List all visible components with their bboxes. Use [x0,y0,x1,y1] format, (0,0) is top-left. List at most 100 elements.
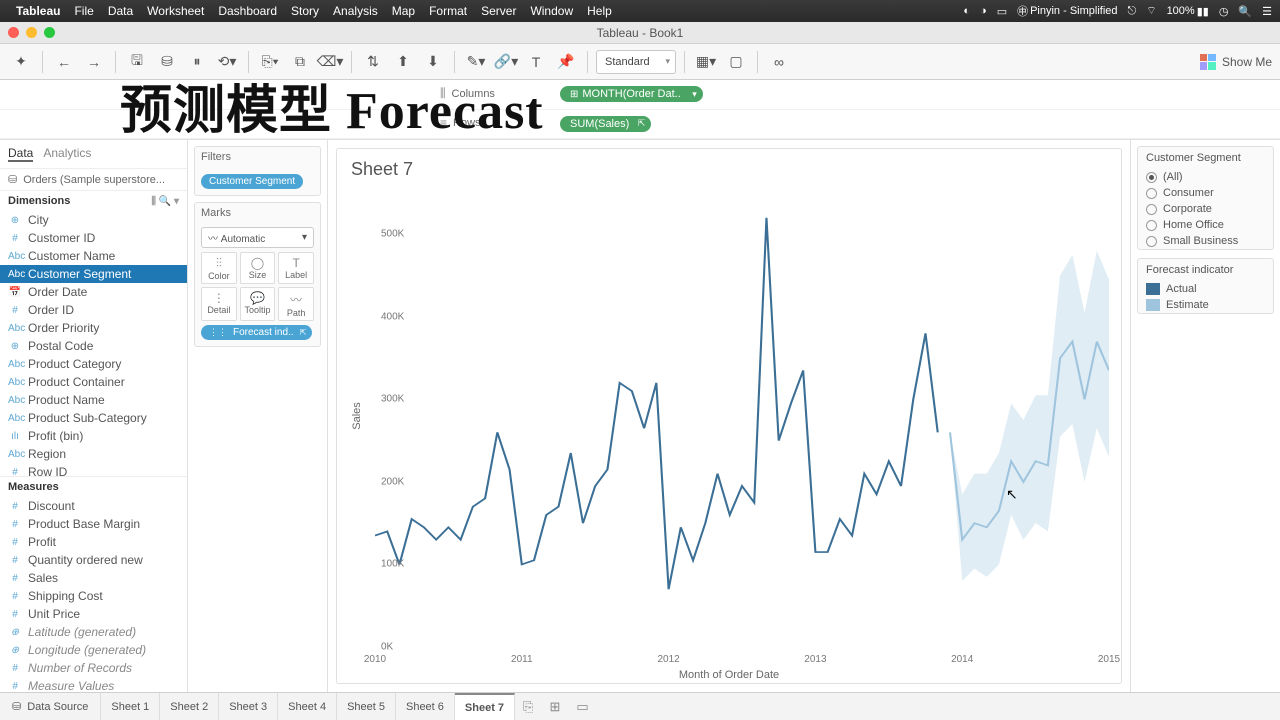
segment-option-home-office[interactable]: Home Office [1138,217,1273,233]
new-worksheet-button[interactable]: ⎘▾ [257,49,283,75]
columns-pill-month[interactable]: ⊞MONTH(Order Dat..▾ [560,86,703,102]
sheet-tab-2[interactable]: Sheet 2 [160,693,219,720]
menu-data[interactable]: Data [108,4,133,18]
field-order-id[interactable]: #Order ID [0,301,187,319]
new-sheet-button[interactable]: ⎘ [515,699,541,715]
menu-map[interactable]: Map [392,4,415,18]
marks-label[interactable]: TLabel [278,252,314,284]
field-customer-id[interactable]: #Customer ID [0,229,187,247]
data-tab[interactable]: Data [8,146,33,162]
field-order-date[interactable]: 📅Order Date [0,283,187,301]
menu-file[interactable]: File [74,4,93,18]
bluetooth-icon[interactable]: ⎋ [1128,5,1137,18]
sheet-tab-1[interactable]: Sheet 1 [101,693,160,720]
sheet-tab-6[interactable]: Sheet 6 [396,693,455,720]
tableau-logo-icon[interactable]: ✦ [8,49,34,75]
field-product-category[interactable]: AbcProduct Category [0,355,187,373]
filter-pill-segment[interactable]: Customer Segment [201,174,303,189]
traffic-lights[interactable] [8,27,55,38]
fit-dropdown[interactable]: Standard [596,50,676,74]
menu-format[interactable]: Format [429,4,467,18]
field-customer-segment[interactable]: AbcCustomer Segment [0,265,187,283]
field-quantity-ordered-new[interactable]: #Quantity ordered new [0,551,187,569]
legend-estimate[interactable]: Estimate [1138,297,1273,313]
field-unit-price[interactable]: #Unit Price [0,605,187,623]
columns-shelf[interactable]: ⫼Columns ⊞MONTH(Order Dat..▾ [0,80,1280,110]
menu-worksheet[interactable]: Worksheet [147,4,204,18]
share-button[interactable]: ∞ [766,49,792,75]
datasource-row[interactable]: ⛁Orders (Sample superstore... [0,169,187,190]
marks-tooltip[interactable]: 💬Tooltip [240,287,276,321]
marks-detail[interactable]: ⋮Detail [201,287,237,321]
rows-pill-sales[interactable]: SUM(Sales)⇱ [560,116,651,132]
spotlight-icon[interactable]: 🔍 [1238,5,1252,18]
marks-type-dropdown[interactable]: 〰 Automatic▾ [201,227,314,248]
field-product-container[interactable]: AbcProduct Container [0,373,187,391]
highlight-button[interactable]: ✎▾ [463,49,489,75]
field-shipping-cost[interactable]: #Shipping Cost [0,587,187,605]
field-postal-code[interactable]: ⊕Postal Code [0,337,187,355]
input-method[interactable]: ㊥ Pinyin - Simplified [1017,3,1117,19]
presentation-button[interactable]: ▢ [723,49,749,75]
menu-story[interactable]: Story [291,4,319,18]
field-order-priority[interactable]: AbcOrder Priority [0,319,187,337]
pause-button[interactable]: ⏸ [184,49,210,75]
sheet-tab-3[interactable]: Sheet 3 [219,693,278,720]
rows-shelf[interactable]: ≡Rows SUM(Sales)⇱ [0,110,1280,140]
status-icon[interactable]: ◐ [963,5,970,17]
new-datasource-button[interactable]: ⛁ [154,49,180,75]
field-number-of-records[interactable]: #Number of Records [0,659,187,677]
field-measure-values[interactable]: #Measure Values [0,677,187,692]
field-discount[interactable]: #Discount [0,497,187,515]
group-button[interactable]: 🔗▾ [493,49,519,75]
sheet-tab-5[interactable]: Sheet 5 [337,693,396,720]
field-product-base-margin[interactable]: #Product Base Margin [0,515,187,533]
field-product-name[interactable]: AbcProduct Name [0,391,187,409]
field-city[interactable]: ⊕City [0,211,187,229]
datasource-tab[interactable]: ⛁Data Source [0,693,101,720]
field-region[interactable]: AbcRegion [0,445,187,463]
marks-path[interactable]: 〰Path [278,287,314,321]
status-icon[interactable]: ◑ [980,5,987,17]
maximize-icon[interactable] [44,27,55,38]
airplay-icon[interactable]: ▭ [997,5,1007,18]
show-me-button[interactable]: Show Me [1200,54,1272,70]
clear-button[interactable]: ⌫▾ [317,49,343,75]
field-row-id[interactable]: #Row ID [0,463,187,476]
menu-analysis[interactable]: Analysis [333,4,378,18]
segment-option-consumer[interactable]: Consumer [1138,185,1273,201]
app-name[interactable]: Tableau [16,4,60,18]
segment-option--all-[interactable]: (All) [1138,169,1273,185]
chart-area[interactable] [375,193,1109,647]
menu-dashboard[interactable]: Dashboard [218,4,277,18]
sheet-tab-4[interactable]: Sheet 4 [278,693,337,720]
analytics-tab[interactable]: Analytics [43,146,91,162]
swap-button[interactable]: ⇅ [360,49,386,75]
battery[interactable]: 100% ▮▮ [1167,5,1209,18]
segment-option-corporate[interactable]: Corporate [1138,201,1273,217]
menu-help[interactable]: Help [587,4,612,18]
field-longitude-generated-[interactable]: ⊕Longitude (generated) [0,641,187,659]
field-customer-name[interactable]: AbcCustomer Name [0,247,187,265]
new-story-button[interactable]: ▭ [568,699,596,715]
duplicate-button[interactable]: ⧉ [287,49,313,75]
sort-desc-button[interactable]: ⬇ [420,49,446,75]
view-search-icons[interactable]: ⫼ 🔍 ▾ [151,196,179,207]
back-button[interactable]: ← [51,49,77,75]
forecast-pill[interactable]: Forecast ind..⇱ [201,325,312,340]
marks-color[interactable]: ⫶⫶Color [201,252,237,284]
cards-button[interactable]: ▦▾ [693,49,719,75]
field-profit-bin-[interactable]: ılıProfit (bin) [0,427,187,445]
sort-asc-button[interactable]: ⬆ [390,49,416,75]
wifi-icon[interactable]: ⌔ [1146,4,1156,18]
close-icon[interactable] [8,27,19,38]
save-button[interactable]: 🖫 [124,49,150,75]
segment-option-small-business[interactable]: Small Business [1138,233,1273,249]
legend-actual[interactable]: Actual [1138,281,1273,297]
field-sales[interactable]: #Sales [0,569,187,587]
clock-icon[interactable]: ◷ [1219,5,1229,18]
menu-window[interactable]: Window [530,4,573,18]
labels-button[interactable]: T [523,49,549,75]
forward-button[interactable]: → [81,49,107,75]
field-product-sub-category[interactable]: AbcProduct Sub-Category [0,409,187,427]
